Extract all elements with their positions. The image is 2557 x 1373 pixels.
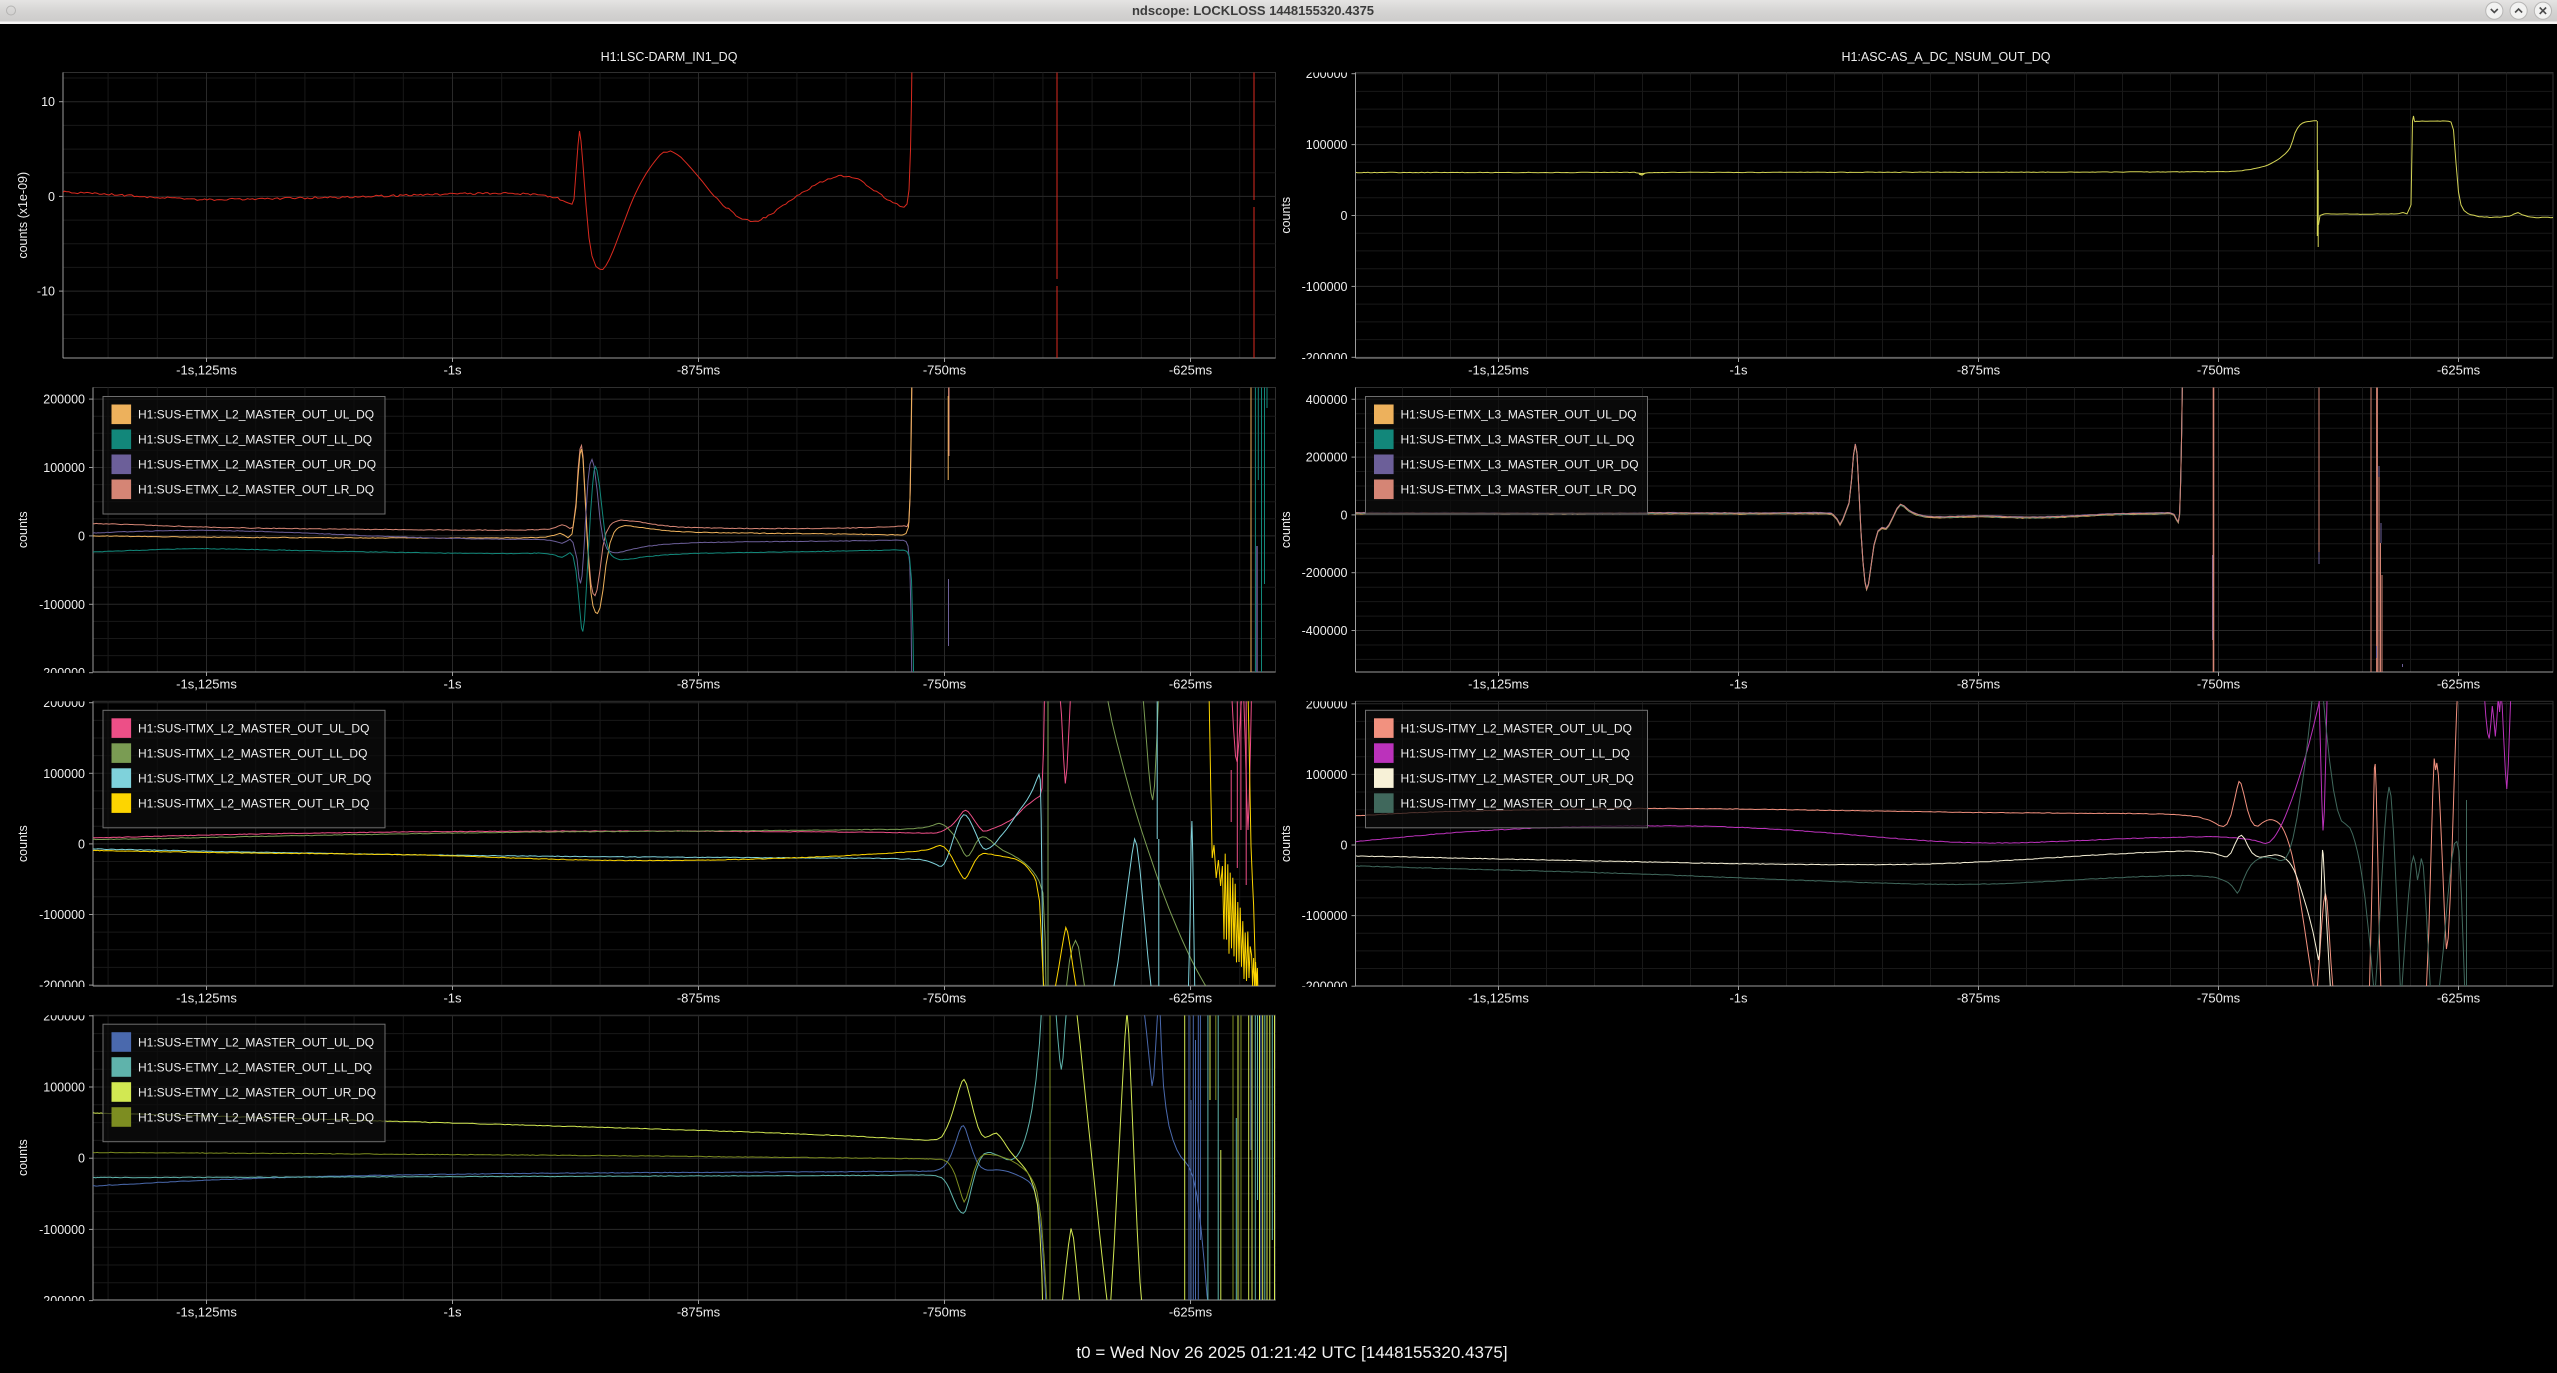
svg-text:-750ms: -750ms <box>923 363 967 378</box>
svg-text:-1s,125ms: -1s,125ms <box>1468 991 1529 1006</box>
svg-text:-625ms: -625ms <box>1169 1305 1213 1320</box>
svg-text:-875ms: -875ms <box>677 363 721 378</box>
svg-text:H1:SUS-ETMX_L2_MASTER_OUT_LL_D: H1:SUS-ETMX_L2_MASTER_OUT_LL_DQ <box>138 433 372 447</box>
svg-text:0: 0 <box>48 190 55 204</box>
svg-text:-875ms: -875ms <box>677 1305 721 1320</box>
svg-text:-625ms: -625ms <box>1169 677 1213 692</box>
svg-text:H1:SUS-ETMX_L2_MASTER_OUT_LR_D: H1:SUS-ETMX_L2_MASTER_OUT_LR_DQ <box>138 483 374 497</box>
svg-text:-750ms: -750ms <box>923 1305 967 1320</box>
svg-text:100000: 100000 <box>43 767 85 781</box>
svg-text:H1:SUS-ETMX_L2_MASTER_OUT_UR_D: H1:SUS-ETMX_L2_MASTER_OUT_UR_DQ <box>138 458 376 472</box>
svg-text:-100000: -100000 <box>39 1223 85 1237</box>
svg-text:-1s: -1s <box>443 677 462 692</box>
svg-text:100000: 100000 <box>1306 768 1348 782</box>
svg-text:-1s,125ms: -1s,125ms <box>176 363 237 378</box>
svg-text:-625ms: -625ms <box>1169 991 1213 1006</box>
svg-text:-750ms: -750ms <box>923 991 967 1006</box>
svg-text:H1:ASC-AS_A_DC_NSUM_OUT_DQ: H1:ASC-AS_A_DC_NSUM_OUT_DQ <box>1841 50 2050 64</box>
svg-text:0: 0 <box>78 529 85 543</box>
svg-text:-100000: -100000 <box>39 598 85 612</box>
svg-text:-100000: -100000 <box>1302 909 1348 923</box>
svg-text:-400000: -400000 <box>1302 624 1348 638</box>
svg-text:H1:LSC-DARM_IN1_DQ: H1:LSC-DARM_IN1_DQ <box>601 50 738 64</box>
svg-text:H1:SUS-ITMX_L2_MASTER_OUT_LL_D: H1:SUS-ITMX_L2_MASTER_OUT_LL_DQ <box>138 747 367 761</box>
svg-text:0: 0 <box>1341 508 1348 522</box>
svg-text:400000: 400000 <box>1306 393 1348 407</box>
svg-text:-875ms: -875ms <box>677 991 721 1006</box>
svg-text:-1s: -1s <box>443 363 462 378</box>
svg-text:100000: 100000 <box>43 461 85 475</box>
svg-text:H1:SUS-ITMY_L2_MASTER_OUT_LL_D: H1:SUS-ITMY_L2_MASTER_OUT_LL_DQ <box>1401 747 1630 761</box>
svg-text:-625ms: -625ms <box>2437 363 2481 378</box>
svg-text:-1s: -1s <box>1729 363 1748 378</box>
svg-text:H1:SUS-ITMY_L2_MASTER_OUT_LR_D: H1:SUS-ITMY_L2_MASTER_OUT_LR_DQ <box>1401 797 1632 811</box>
svg-text:-1s,125ms: -1s,125ms <box>176 677 237 692</box>
svg-text:100000: 100000 <box>1306 138 1348 152</box>
svg-text:0: 0 <box>1341 209 1348 223</box>
svg-text:-875ms: -875ms <box>1957 363 2001 378</box>
svg-text:H1:SUS-ETMX_L2_MASTER_OUT_UL_D: H1:SUS-ETMX_L2_MASTER_OUT_UL_DQ <box>138 408 374 422</box>
svg-text:H1:SUS-ETMY_L2_MASTER_OUT_UL_D: H1:SUS-ETMY_L2_MASTER_OUT_UL_DQ <box>138 1035 374 1049</box>
svg-text:0: 0 <box>78 1152 85 1166</box>
svg-text:-875ms: -875ms <box>1957 677 2001 692</box>
svg-text:-10: -10 <box>37 285 55 299</box>
svg-text:-750ms: -750ms <box>2197 991 2241 1006</box>
svg-text:100000: 100000 <box>43 1081 85 1095</box>
svg-text:H1:SUS-ETMY_L2_MASTER_OUT_LL_D: H1:SUS-ETMY_L2_MASTER_OUT_LL_DQ <box>138 1060 372 1074</box>
svg-text:counts: counts <box>16 1139 30 1176</box>
svg-text:ndscope: LOCKLOSS 1448155320.4: ndscope: LOCKLOSS 1448155320.4375 <box>1132 3 1374 18</box>
svg-text:H1:SUS-ITMY_L2_MASTER_OUT_UL_D: H1:SUS-ITMY_L2_MASTER_OUT_UL_DQ <box>1401 722 1632 736</box>
svg-text:H1:SUS-ETMX_L3_MASTER_OUT_UR_D: H1:SUS-ETMX_L3_MASTER_OUT_UR_DQ <box>1401 458 1639 472</box>
svg-text:H1:SUS-ITMX_L2_MASTER_OUT_LR_D: H1:SUS-ITMX_L2_MASTER_OUT_LR_DQ <box>138 797 369 811</box>
svg-text:-1s,125ms: -1s,125ms <box>1468 677 1529 692</box>
svg-text:counts (x1e-09): counts (x1e-09) <box>16 172 30 259</box>
svg-text:0: 0 <box>1341 839 1348 853</box>
svg-text:H1:SUS-ETMX_L3_MASTER_OUT_LR_D: H1:SUS-ETMX_L3_MASTER_OUT_LR_DQ <box>1401 483 1637 497</box>
svg-text:-1s,125ms: -1s,125ms <box>1468 363 1529 378</box>
svg-text:-1s,125ms: -1s,125ms <box>176 1305 237 1320</box>
svg-text:-875ms: -875ms <box>1957 991 2001 1006</box>
svg-text:H1:SUS-ITMX_L2_MASTER_OUT_UR_D: H1:SUS-ITMX_L2_MASTER_OUT_UR_DQ <box>138 772 371 786</box>
svg-text:-200000: -200000 <box>1302 566 1348 580</box>
svg-text:0: 0 <box>78 837 85 851</box>
svg-text:-1s: -1s <box>1729 677 1748 692</box>
svg-text:-875ms: -875ms <box>677 677 721 692</box>
svg-text:-625ms: -625ms <box>2437 991 2481 1006</box>
svg-text:counts: counts <box>16 511 30 548</box>
svg-text:-100000: -100000 <box>1302 280 1348 294</box>
svg-text:-750ms: -750ms <box>2197 363 2241 378</box>
svg-text:10: 10 <box>41 95 55 109</box>
svg-text:-1s: -1s <box>1729 991 1748 1006</box>
svg-text:counts: counts <box>1279 511 1293 548</box>
svg-text:H1:SUS-ITMX_L2_MASTER_OUT_UL_D: H1:SUS-ITMX_L2_MASTER_OUT_UL_DQ <box>138 722 369 736</box>
svg-text:H1:SUS-ETMY_L2_MASTER_OUT_UR_D: H1:SUS-ETMY_L2_MASTER_OUT_UR_DQ <box>138 1085 376 1099</box>
svg-text:H1:SUS-ITMY_L2_MASTER_OUT_UR_D: H1:SUS-ITMY_L2_MASTER_OUT_UR_DQ <box>1401 772 1634 786</box>
svg-text:-1s,125ms: -1s,125ms <box>176 991 237 1006</box>
svg-text:-750ms: -750ms <box>2197 677 2241 692</box>
svg-text:H1:SUS-ETMX_L3_MASTER_OUT_LL_D: H1:SUS-ETMX_L3_MASTER_OUT_LL_DQ <box>1401 433 1635 447</box>
svg-text:-625ms: -625ms <box>1169 363 1213 378</box>
svg-text:-1s: -1s <box>443 1305 462 1320</box>
svg-text:t0 = Wed Nov 26 2025 01:21:42: t0 = Wed Nov 26 2025 01:21:42 UTC [14481… <box>1076 1343 1507 1362</box>
svg-text:200000: 200000 <box>43 393 85 407</box>
svg-text:-750ms: -750ms <box>923 677 967 692</box>
svg-text:counts: counts <box>16 825 30 862</box>
svg-text:H1:SUS-ETMX_L3_MASTER_OUT_UL_D: H1:SUS-ETMX_L3_MASTER_OUT_UL_DQ <box>1401 408 1637 422</box>
svg-text:-625ms: -625ms <box>2437 677 2481 692</box>
svg-text:counts: counts <box>1279 825 1293 862</box>
svg-text:-1s: -1s <box>443 991 462 1006</box>
svg-text:H1:SUS-ETMY_L2_MASTER_OUT_LR_D: H1:SUS-ETMY_L2_MASTER_OUT_LR_DQ <box>138 1110 374 1124</box>
svg-text:200000: 200000 <box>1306 451 1348 465</box>
svg-text:-100000: -100000 <box>39 908 85 922</box>
svg-text:counts: counts <box>1279 197 1293 234</box>
